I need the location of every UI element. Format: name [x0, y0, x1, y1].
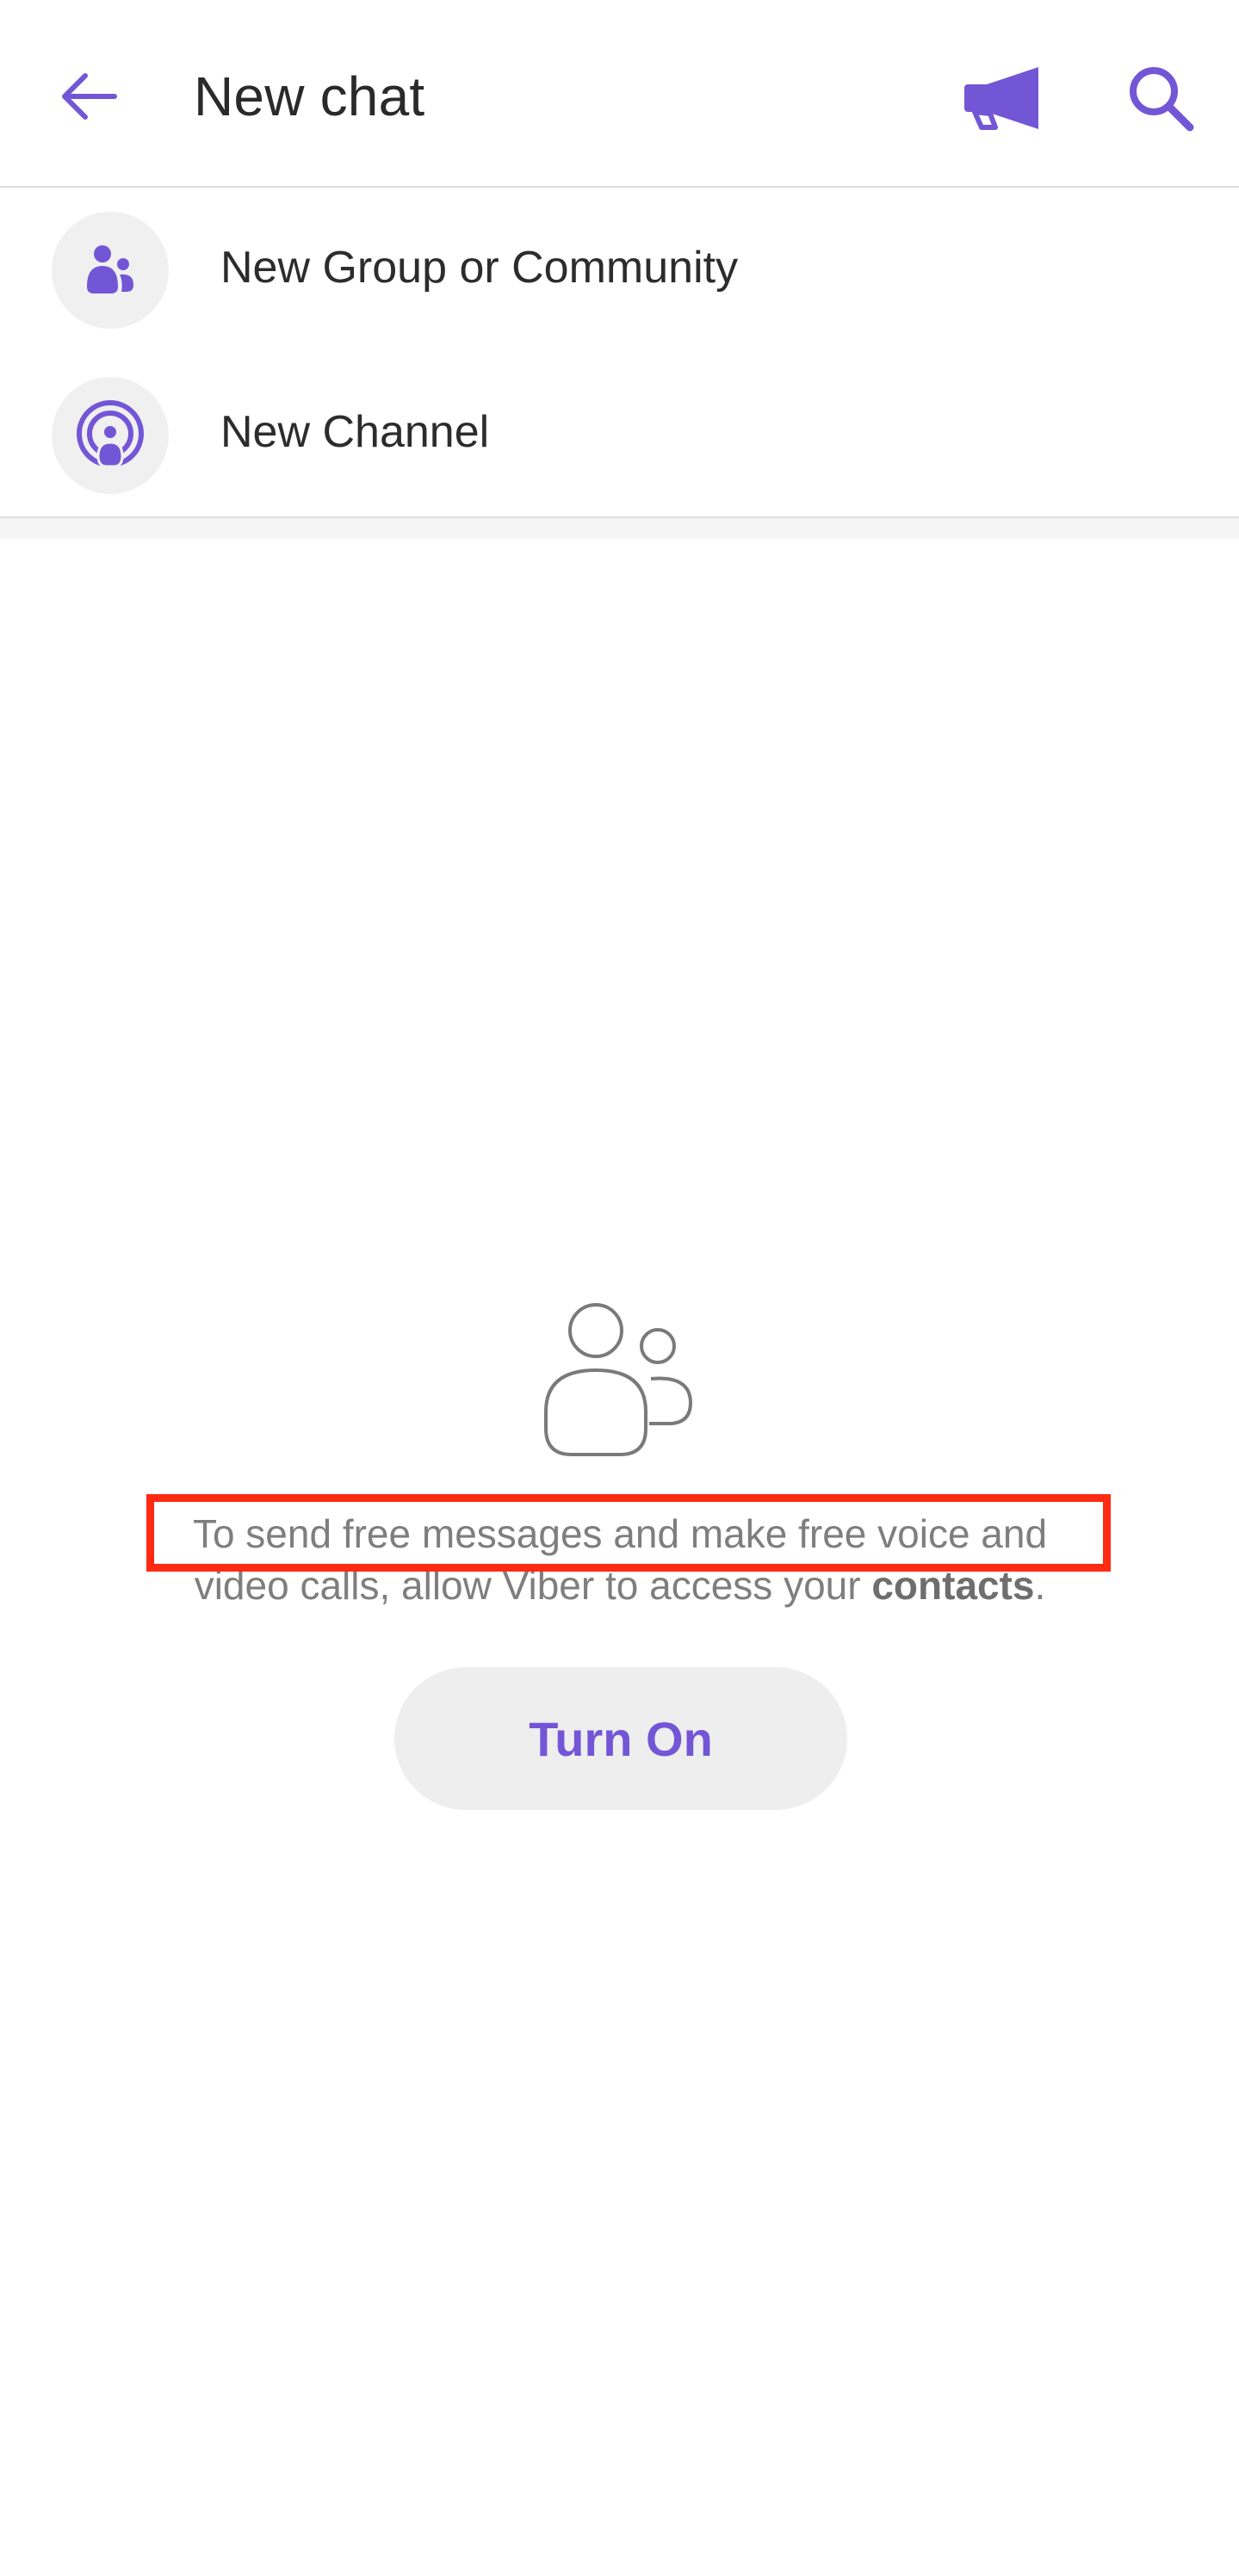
channel-avatar — [52, 377, 169, 494]
turn-on-button[interactable]: Turn On — [394, 1667, 847, 1810]
search-icon — [1130, 67, 1194, 132]
section-divider — [0, 516, 1239, 539]
new-chat-screen: New chat New Group or Community New Chan… — [0, 0, 1239, 2576]
new-group-label: New Group or Community — [220, 243, 739, 293]
top-app-bar: New chat — [0, 0, 1239, 188]
megaphone-icon — [964, 67, 1038, 130]
broadcast-button[interactable] — [957, 60, 1047, 136]
highlight-annotation-box — [146, 1494, 1111, 1572]
new-channel-item[interactable]: New Channel — [0, 353, 1239, 516]
contacts-people-icon — [544, 1303, 693, 1456]
new-group-item[interactable]: New Group or Community — [0, 189, 1239, 353]
arrow-left-icon — [62, 73, 117, 120]
group-people-icon — [87, 245, 133, 293]
page-title: New chat — [194, 65, 425, 127]
group-avatar — [52, 212, 169, 329]
search-button[interactable] — [1119, 57, 1202, 139]
back-button[interactable] — [53, 60, 126, 133]
new-channel-label: New Channel — [220, 407, 490, 457]
broadcast-channel-icon — [77, 400, 144, 468]
